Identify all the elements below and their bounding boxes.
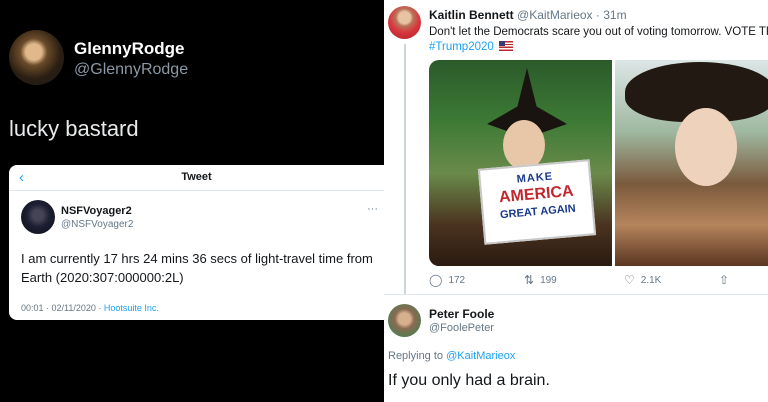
reply-text: If you only had a brain.: [388, 372, 550, 389]
embedded-tweet-text: I am currently 17 hrs 24 mins 36 secs of…: [21, 251, 373, 285]
reply-button[interactable]: ◯ 172: [429, 273, 465, 287]
avatar[interactable]: [9, 30, 64, 85]
share-button[interactable]: ⇧: [719, 273, 729, 287]
like-button[interactable]: ♡ 2.1K: [624, 273, 661, 287]
face-shape: [503, 120, 545, 170]
display-name[interactable]: NSFVoyager2: [61, 205, 132, 217]
embedded-title: Tweet: [181, 171, 212, 183]
thread-line: [404, 44, 406, 294]
avatar[interactable]: [388, 6, 421, 39]
embedded-tweet-card[interactable]: ‹ Tweet NSFVoyager2 @NSFVoyager2 ··· I a…: [9, 165, 384, 320]
avatar[interactable]: [388, 304, 421, 337]
tweet-photo-2[interactable]: [615, 60, 768, 266]
retweet-count: 199: [540, 274, 557, 286]
tweet-actions: ◯ 172 ⇅ 199 ♡ 2.1K ⇧: [429, 273, 768, 289]
display-name[interactable]: GlennyRodge: [74, 39, 185, 59]
tweet-author[interactable]: Kaitlin Bennett @KaitMarieox · 31m: [429, 8, 627, 22]
replying-prefix: Replying to: [388, 350, 447, 362]
heart-icon: ♡: [624, 273, 635, 287]
maga-sign: MAKE AMERICA GREAT AGAIN: [477, 159, 597, 245]
source-link[interactable]: Hootsuite Inc.: [104, 303, 159, 313]
user-handle[interactable]: @KaitMarieox · 31m: [517, 8, 627, 22]
share-icon: ⇧: [719, 273, 730, 287]
right-tweet-panel: Kaitlin Bennett @KaitMarieox · 31m Don't…: [384, 0, 768, 402]
us-flag-icon: [498, 41, 513, 51]
left-tweet-panel: GlennyRodge @GlennyRodge lucky bastard ‹…: [0, 0, 384, 402]
replying-to: Replying to @KaitMarieox: [388, 350, 515, 362]
tweet-text: lucky bastard: [9, 116, 139, 141]
reply-icon: ◯: [429, 273, 443, 287]
user-handle[interactable]: @GlennyRodge: [74, 61, 188, 79]
retweet-button[interactable]: ⇅ 199: [524, 273, 557, 287]
tweet-text: Don't let the Democrats scare you out of…: [429, 25, 768, 55]
more-options-icon[interactable]: ···: [367, 203, 378, 215]
divider: [384, 294, 768, 295]
hashtag-link[interactable]: #Trump2020: [429, 41, 494, 53]
avatar[interactable]: [21, 200, 55, 234]
reply-count: 172: [448, 274, 466, 286]
mention-link[interactable]: @KaitMarieox: [446, 350, 515, 362]
tweet-text-line: Don't let the Democrats scare you out of…: [429, 26, 768, 38]
embedded-header: ‹ Tweet: [9, 165, 384, 191]
timestamp-text: 00:01 · 02/11/2020 ·: [21, 303, 104, 313]
user-handle[interactable]: @NSFVoyager2: [61, 219, 133, 230]
face-shape: [675, 108, 737, 186]
retweet-icon: ⇅: [524, 273, 535, 287]
tweet-timestamp: 00:01 · 02/11/2020 · Hootsuite Inc.: [21, 303, 159, 313]
like-count: 2.1K: [640, 274, 662, 286]
display-name[interactable]: Peter Foole: [429, 307, 494, 321]
display-name[interactable]: Kaitlin Bennett: [429, 8, 514, 22]
user-handle[interactable]: @FoolePeter: [429, 322, 494, 334]
tweet-photo-1[interactable]: MAKE AMERICA GREAT AGAIN: [429, 60, 612, 266]
